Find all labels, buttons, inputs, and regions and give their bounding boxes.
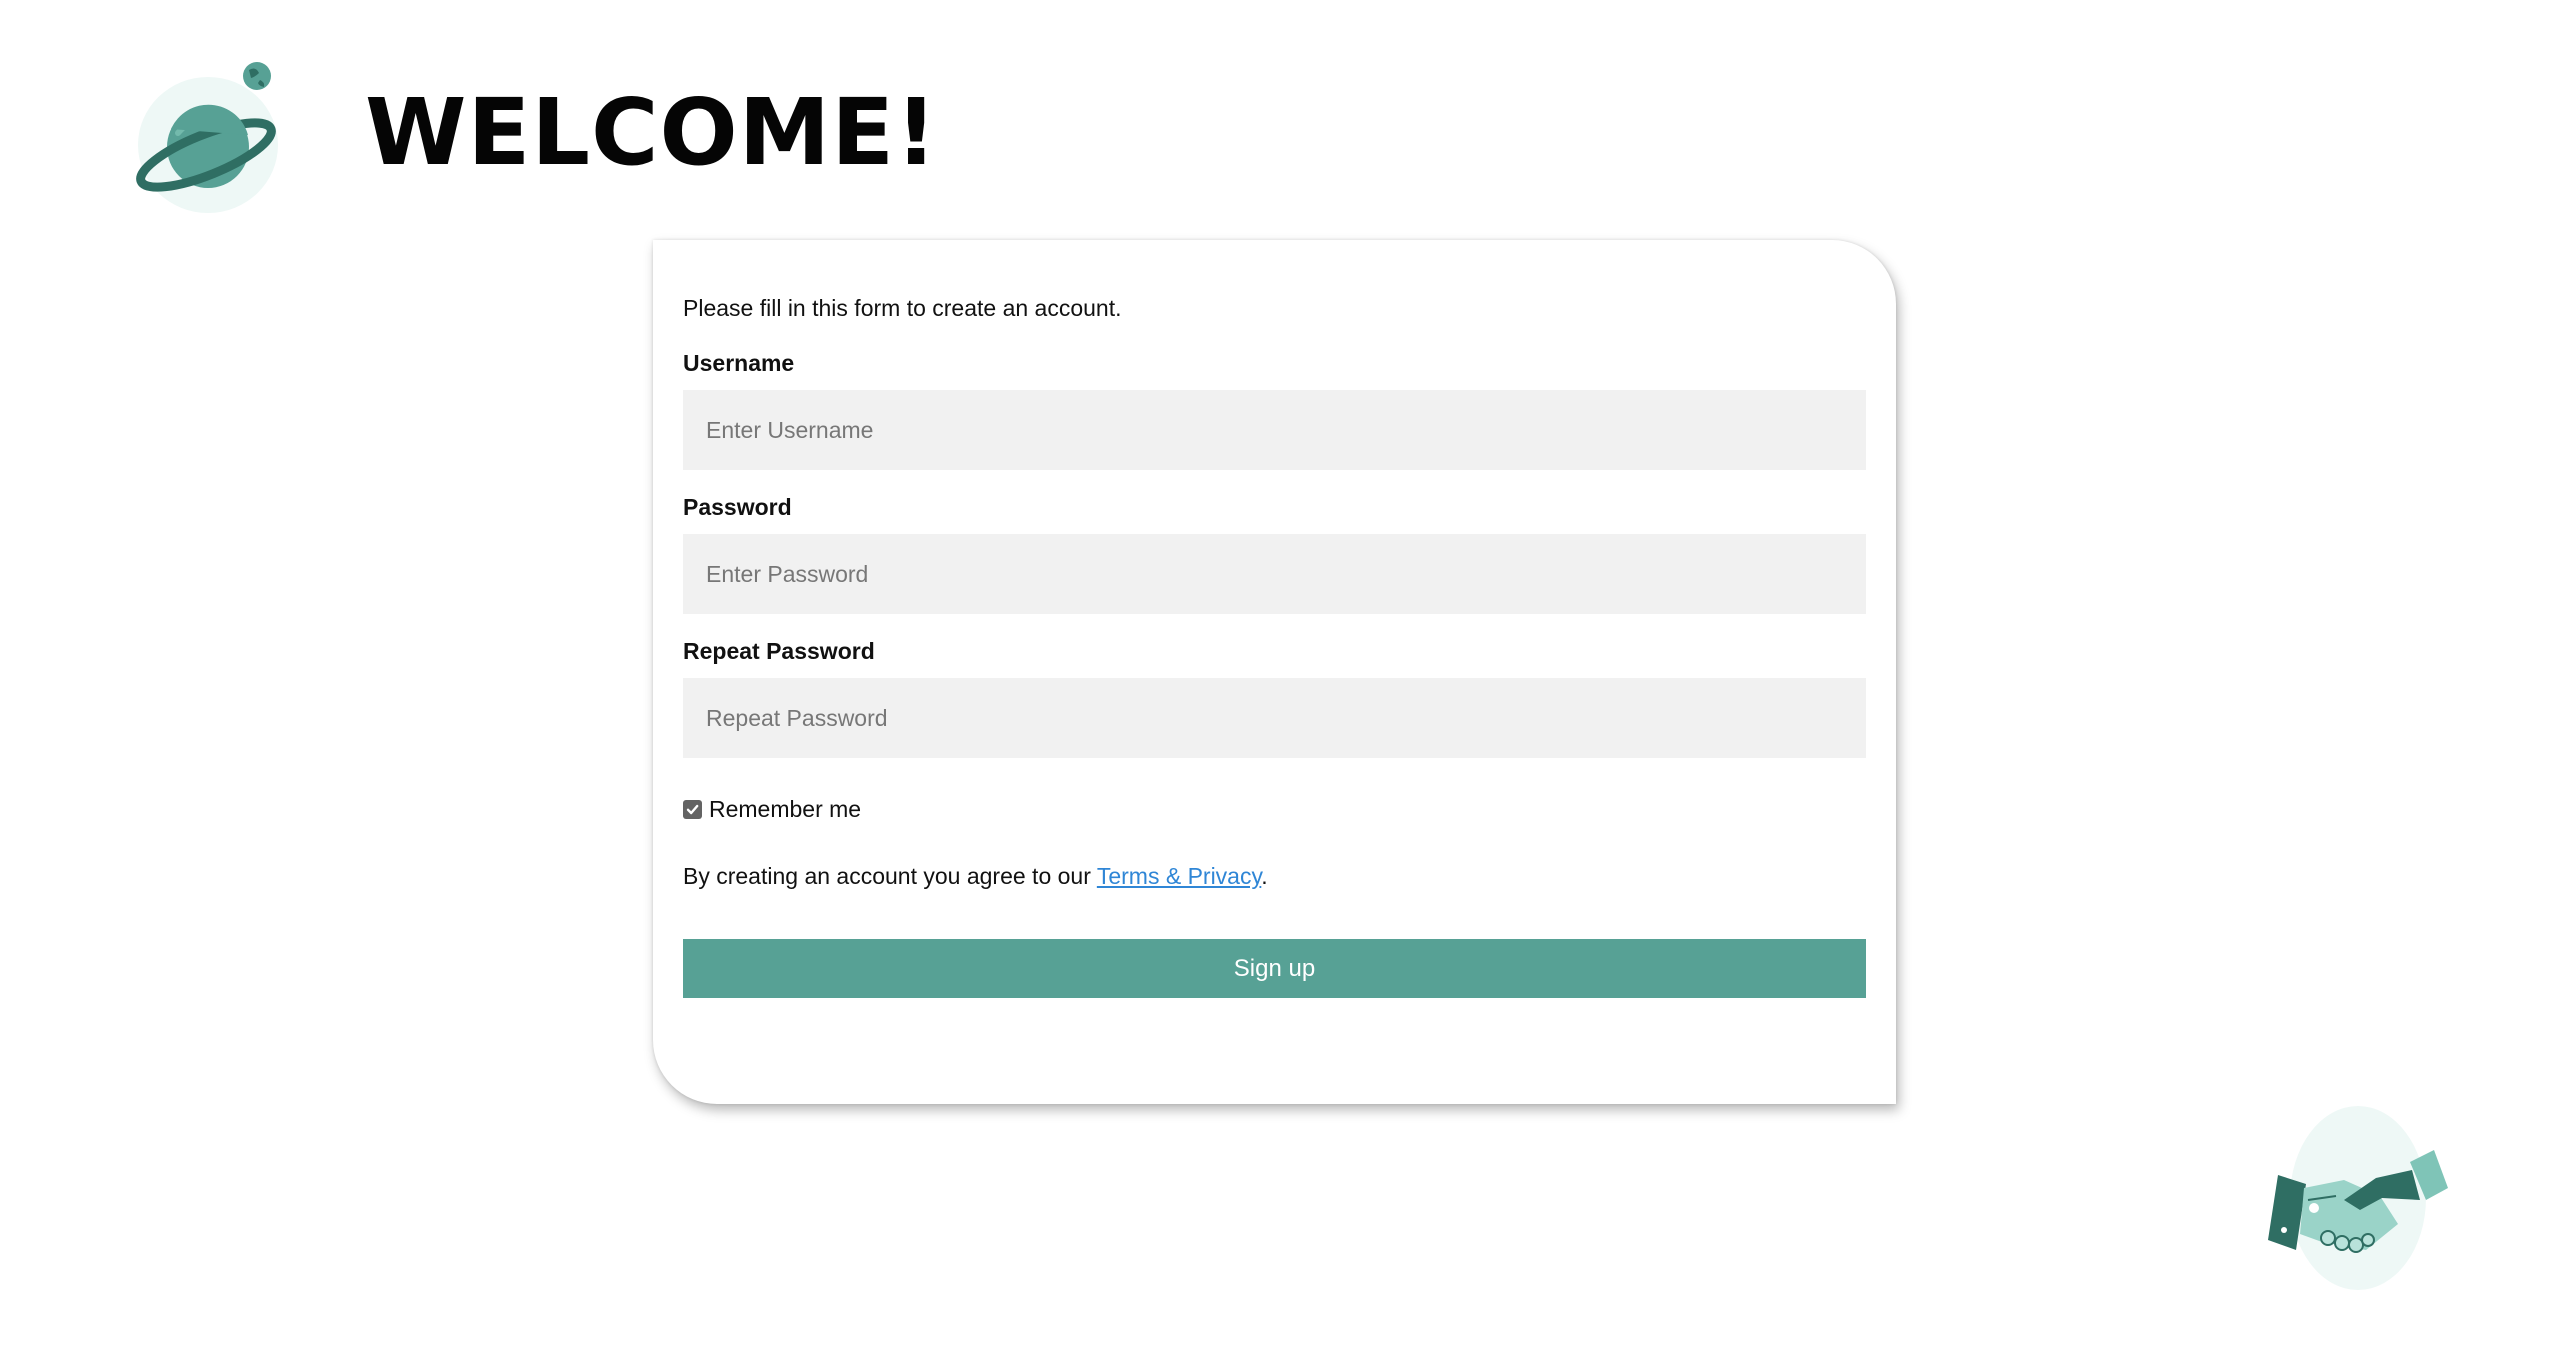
page-title: WELCOME! bbox=[365, 79, 939, 186]
handshake-icon bbox=[2248, 1100, 2468, 1300]
remember-me-row: Remember me bbox=[683, 794, 1866, 824]
password-input[interactable] bbox=[683, 534, 1866, 614]
username-label: Username bbox=[683, 350, 795, 376]
password-label: Password bbox=[683, 494, 792, 520]
form-intro: Please fill in this form to create an ac… bbox=[683, 295, 1122, 321]
repeat-password-label: Repeat Password bbox=[683, 638, 875, 664]
remember-me-checkbox[interactable] bbox=[683, 799, 702, 819]
terms-notice: By creating an account you agree to our … bbox=[683, 861, 1866, 891]
username-input[interactable] bbox=[683, 390, 1866, 470]
remember-me-label[interactable]: Remember me bbox=[709, 794, 861, 824]
planet-icon bbox=[130, 55, 290, 215]
signup-button[interactable]: Sign up bbox=[683, 939, 1866, 998]
signup-form: Please fill in this form to create an ac… bbox=[653, 240, 1896, 1104]
checkmark-icon bbox=[686, 804, 699, 814]
repeat-password-input[interactable] bbox=[683, 678, 1866, 758]
terms-privacy-link[interactable]: Terms & Privacy bbox=[1097, 863, 1261, 889]
terms-suffix: . bbox=[1261, 863, 1268, 889]
terms-prefix: By creating an account you agree to our bbox=[683, 863, 1097, 889]
